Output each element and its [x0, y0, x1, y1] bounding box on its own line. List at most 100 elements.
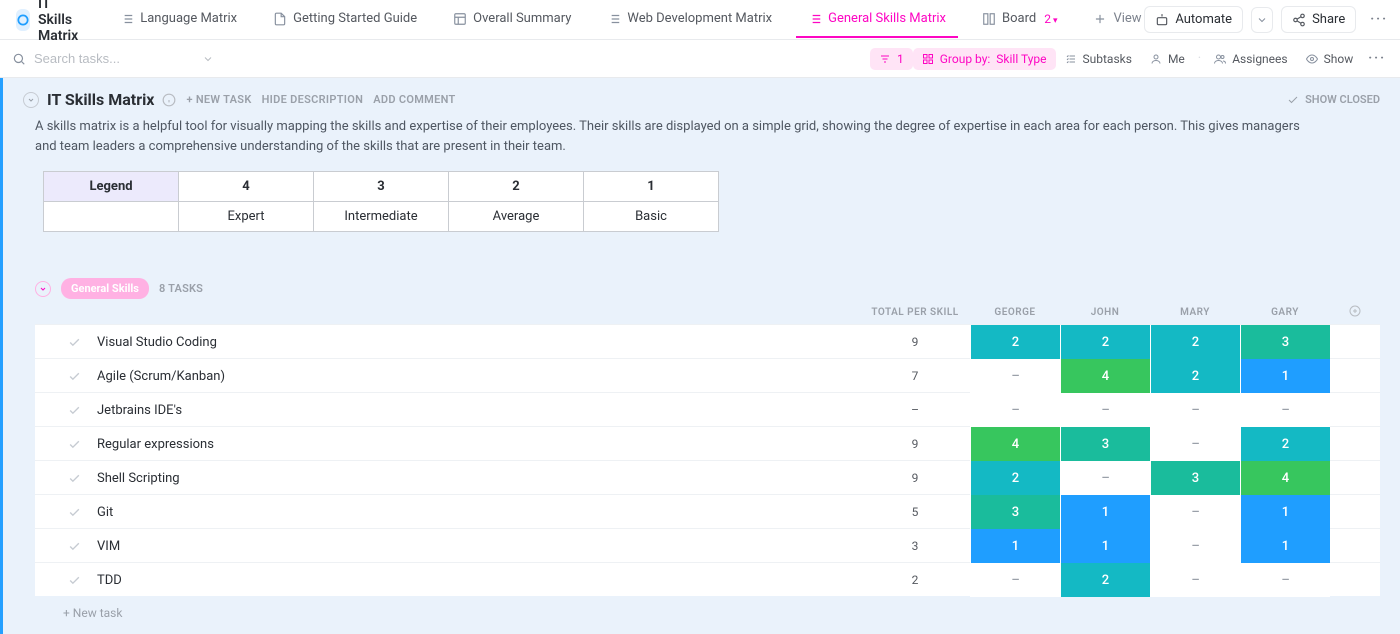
skill-cell[interactable]: 1 — [1240, 359, 1330, 393]
more-menu[interactable]: ··· — [1364, 8, 1390, 31]
row-status-icon[interactable] — [35, 472, 95, 485]
skill-cell[interactable]: – — [1150, 529, 1240, 563]
show-pill[interactable]: Show — [1297, 48, 1363, 70]
skill-cell[interactable]: – — [970, 393, 1060, 427]
skill-cell[interactable]: 2 — [1060, 325, 1150, 359]
space-logo-icon — [16, 9, 30, 31]
row-status-icon[interactable] — [35, 336, 95, 349]
skill-cell[interactable]: 1 — [1060, 529, 1150, 563]
table-row: Regular expressions943–2 — [35, 426, 1380, 460]
list-title: IT Skills Matrix — [47, 90, 154, 109]
tab-language-matrix[interactable]: Language Matrix — [108, 1, 249, 38]
col-person[interactable]: MARY — [1150, 307, 1240, 318]
add-column-button[interactable] — [1330, 305, 1380, 320]
skill-cell[interactable]: – — [1150, 495, 1240, 529]
share-button[interactable]: Share — [1281, 6, 1356, 33]
row-status-icon[interactable] — [35, 574, 95, 587]
row-status-icon[interactable] — [35, 370, 95, 383]
skill-cell[interactable]: – — [970, 563, 1060, 597]
skill-cell[interactable]: 3 — [1060, 427, 1150, 461]
skill-cell[interactable]: 4 — [1240, 461, 1330, 495]
chevron-down-icon[interactable] — [202, 53, 214, 65]
skill-cell[interactable]: – — [1150, 563, 1240, 597]
skill-cell[interactable]: 2 — [1150, 359, 1240, 393]
tab-general-skills-matrix[interactable]: General Skills Matrix — [796, 1, 958, 38]
tab-web-dev-matrix[interactable]: Web Development Matrix — [595, 1, 784, 38]
hide-description-button[interactable]: HIDE DESCRIPTION — [262, 93, 364, 106]
skill-cell[interactable]: 2 — [1060, 563, 1150, 597]
skill-cell[interactable]: 1 — [1240, 529, 1330, 563]
subtasks-icon — [1065, 53, 1077, 65]
task-name[interactable]: Regular expressions — [95, 437, 860, 452]
skill-cell[interactable]: 1 — [1240, 495, 1330, 529]
task-name[interactable]: Visual Studio Coding — [95, 335, 860, 350]
search-input[interactable] — [34, 51, 184, 66]
task-name[interactable]: VIM — [95, 539, 860, 554]
tab-label: View — [1113, 11, 1141, 26]
skill-cell[interactable]: 2 — [1240, 427, 1330, 461]
skill-cell[interactable]: 1 — [1060, 495, 1150, 529]
skill-cell[interactable]: 2 — [970, 325, 1060, 359]
subtasks-pill[interactable]: Subtasks — [1056, 48, 1141, 70]
skill-cell[interactable]: 2 — [970, 461, 1060, 495]
task-name[interactable]: Git — [95, 505, 860, 520]
automate-dropdown[interactable] — [1251, 7, 1273, 33]
row-status-icon[interactable] — [35, 506, 95, 519]
chevron-down-icon — [39, 285, 47, 293]
me-pill[interactable]: Me — [1141, 48, 1194, 70]
tab-label: Language Matrix — [140, 11, 237, 26]
skill-cell[interactable]: – — [1060, 461, 1150, 495]
row-status-icon[interactable] — [35, 540, 95, 553]
skill-cell[interactable]: 2 — [1150, 325, 1240, 359]
task-name[interactable]: TDD — [95, 573, 860, 588]
filters-count-pill[interactable]: 1 — [870, 48, 913, 70]
add-comment-button[interactable]: ADD COMMENT — [373, 93, 455, 106]
task-name[interactable]: Shell Scripting — [95, 471, 860, 486]
skill-cell[interactable]: 3 — [1240, 325, 1330, 359]
col-person[interactable]: GARY — [1240, 307, 1330, 318]
skill-cell[interactable]: – — [1240, 563, 1330, 597]
filter-more[interactable]: ··· — [1362, 47, 1388, 70]
total-per-skill: 9 — [860, 335, 970, 349]
collapse-toggle[interactable] — [23, 92, 39, 108]
skill-cell[interactable]: – — [1150, 393, 1240, 427]
legend-val: Expert — [179, 202, 314, 232]
skill-cell[interactable]: 3 — [970, 495, 1060, 529]
skill-cell[interactable]: 4 — [1060, 359, 1150, 393]
tab-getting-started[interactable]: Getting Started Guide — [261, 1, 429, 38]
tab-board[interactable]: Board 2▾ — [970, 1, 1069, 38]
col-total[interactable]: TOTAL PER SKILL — [860, 307, 970, 318]
new-task-button[interactable]: + NEW TASK — [186, 93, 251, 106]
show-closed-toggle[interactable]: SHOW CLOSED — [1287, 93, 1380, 106]
board-view-count-badge[interactable]: 2▾ — [1044, 12, 1057, 26]
info-icon[interactable] — [162, 93, 176, 107]
skill-cell[interactable]: 3 — [1150, 461, 1240, 495]
tab-label: Board — [1002, 11, 1036, 26]
row-status-icon[interactable] — [35, 404, 95, 417]
new-task-row[interactable]: + New task — [3, 596, 1400, 634]
task-name[interactable]: Agile (Scrum/Kanban) — [95, 369, 860, 384]
col-person[interactable]: GEORGE — [970, 307, 1060, 318]
legend-col: 1 — [584, 172, 719, 202]
skill-cell[interactable]: 1 — [970, 529, 1060, 563]
space-title-chip[interactable]: IT Skills Matrix — [6, 0, 96, 48]
matrix-rows: Visual Studio Coding92223Agile (Scrum/Ka… — [3, 324, 1400, 596]
task-name[interactable]: Jetbrains IDE's — [95, 403, 860, 418]
automate-label: Automate — [1175, 12, 1232, 27]
skill-cell[interactable]: – — [1060, 393, 1150, 427]
skill-cell[interactable]: 4 — [970, 427, 1060, 461]
row-status-icon[interactable] — [35, 438, 95, 451]
group-collapse-toggle[interactable] — [35, 281, 51, 297]
skill-cell[interactable]: – — [1150, 427, 1240, 461]
skill-cell[interactable]: – — [1240, 393, 1330, 427]
board-badge-value: 2 — [1044, 12, 1051, 26]
group-label-pill[interactable]: General Skills — [61, 278, 149, 299]
col-person[interactable]: JOHN — [1060, 307, 1150, 318]
total-per-skill: 9 — [860, 471, 970, 485]
assignees-pill[interactable]: Assignees — [1205, 48, 1296, 70]
tab-add-view[interactable]: View — [1081, 1, 1153, 38]
automate-button[interactable]: Automate — [1144, 6, 1243, 33]
tab-overall-summary[interactable]: Overall Summary — [441, 1, 583, 38]
skill-cell[interactable]: – — [970, 359, 1060, 393]
group-by-pill[interactable]: Group by: Skill Type — [913, 48, 1056, 70]
